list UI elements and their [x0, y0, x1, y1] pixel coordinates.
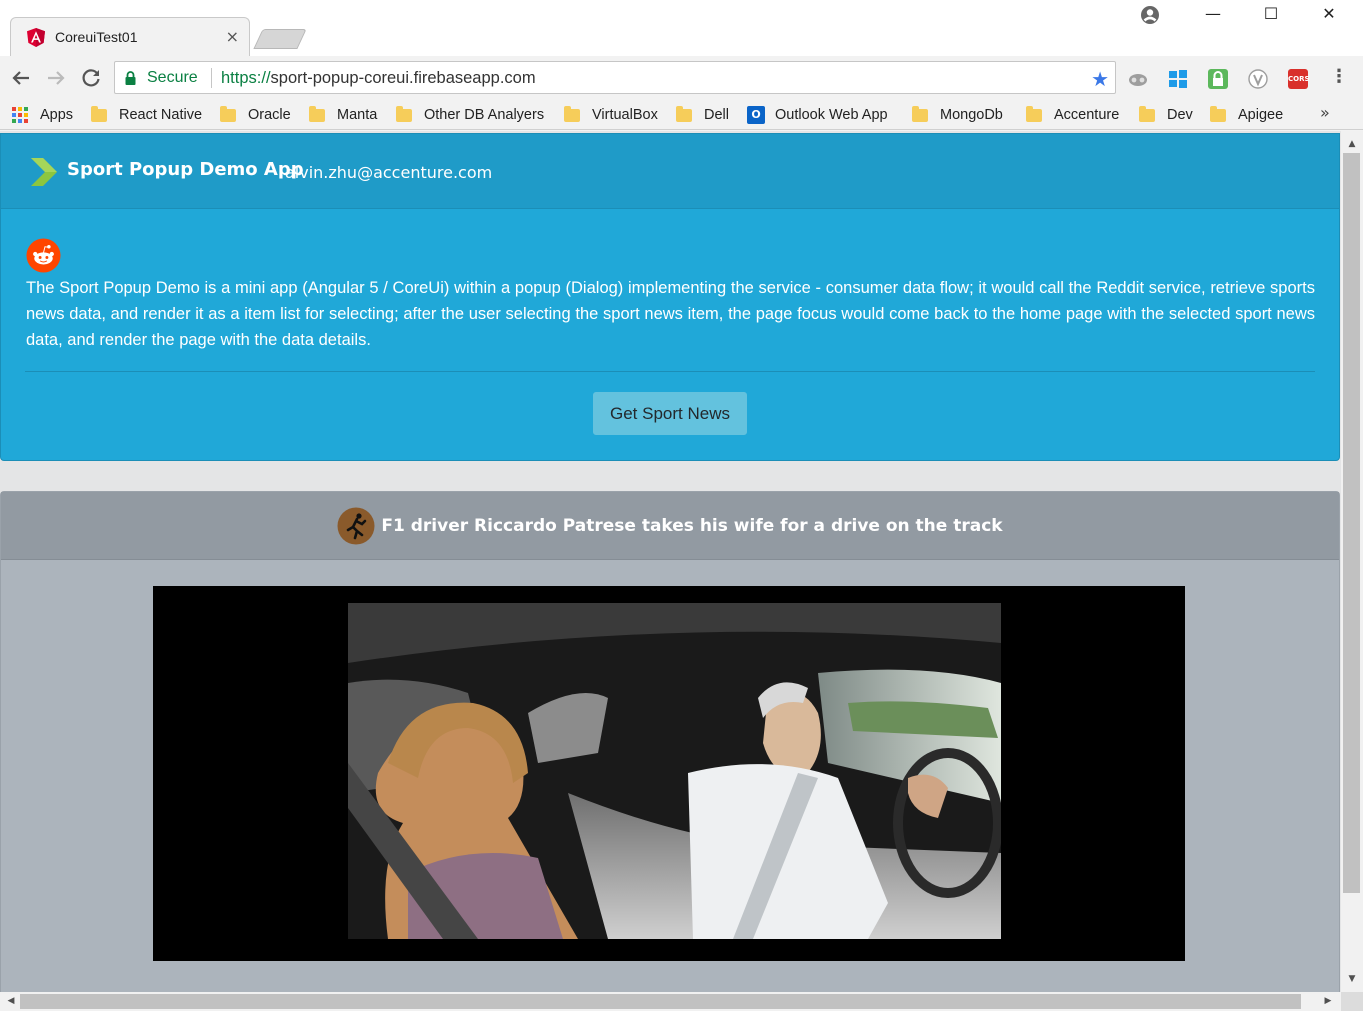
bookmark-virtualbox[interactable]: VirtualBox	[564, 104, 658, 126]
scrollbar-corner	[1341, 992, 1363, 1011]
app-description: The Sport Popup Demo is a mini app (Angu…	[26, 279, 1315, 349]
horizontal-scroll-thumb[interactable]	[20, 994, 1301, 1009]
bookmarks-overflow-icon[interactable]: »	[1320, 103, 1330, 122]
bookmark-oracle[interactable]: Oracle	[220, 104, 291, 126]
news-video-thumbnail	[348, 603, 1001, 939]
vertical-scrollbar[interactable]: ▲ ▼	[1341, 131, 1363, 992]
scroll-down-icon[interactable]: ▼	[1341, 970, 1363, 988]
browser-menu-icon[interactable]: ⋮	[1329, 66, 1349, 87]
bookmark-label: React Native	[119, 107, 203, 123]
brand-name[interactable]: Sport Popup Demo App	[67, 159, 304, 180]
address-divider	[211, 68, 212, 88]
bookmark-accenture[interactable]: Accenture	[1026, 104, 1119, 126]
intro-card: Sport Popup Demo App alvin.zhu@accenture…	[0, 133, 1340, 461]
folder-icon	[1026, 105, 1042, 122]
selected-news-card: F1 driver Riccardo Patrese takes his wif…	[0, 491, 1340, 992]
lock-icon	[125, 71, 136, 85]
bookmark-outlook-web-app[interactable]: O Outlook Web App	[747, 104, 888, 126]
folder-icon	[91, 105, 107, 122]
page-viewport: Sport Popup Demo App alvin.zhu@accenture…	[0, 131, 1341, 992]
get-sport-news-button[interactable]: Get Sport News	[593, 392, 747, 435]
user-email: alvin.zhu@accenture.com	[285, 163, 493, 182]
bookmark-mongodb[interactable]: MongoDb	[912, 104, 1003, 126]
bookmark-apps[interactable]: Apps	[12, 104, 73, 126]
profile-icon[interactable]	[1140, 5, 1160, 25]
secure-label: Secure	[147, 69, 198, 86]
folder-icon	[1210, 105, 1226, 122]
windows-extension-icon[interactable]	[1168, 69, 1188, 89]
card-divider	[25, 371, 1315, 372]
bookmark-label: Outlook Web App	[775, 107, 888, 123]
forward-arrow-icon[interactable]	[42, 64, 70, 92]
folder-icon	[396, 105, 412, 122]
folder-icon	[564, 105, 580, 122]
address-bar[interactable]: Secure https://sport-popup-coreui.fireba…	[114, 61, 1116, 94]
scroll-up-icon[interactable]: ▲	[1341, 135, 1363, 153]
vertical-scroll-thumb[interactable]	[1343, 153, 1360, 893]
reddit-icon	[26, 238, 61, 273]
bookmark-label: Dell	[704, 107, 729, 123]
extension-glasses-icon[interactable]	[1128, 69, 1148, 89]
back-arrow-icon[interactable]	[7, 64, 35, 92]
bookmark-label: Manta	[337, 107, 378, 123]
runner-icon	[337, 507, 375, 544]
folder-icon	[220, 105, 236, 122]
bookmark-label: Apps	[40, 107, 74, 123]
browser-tab-active[interactable]: CoreuiTest01 ×	[10, 17, 250, 56]
password-lock-extension-icon[interactable]	[1208, 69, 1228, 89]
cors-extension-icon[interactable]: CORS	[1288, 69, 1310, 89]
bookmark-label: Other DB Analyers	[424, 107, 545, 123]
url-scheme: https://	[221, 69, 271, 87]
bookmark-label: Apigee	[1238, 107, 1284, 123]
folder-icon	[912, 105, 928, 122]
news-video-player[interactable]	[153, 586, 1185, 961]
folder-icon	[676, 105, 692, 122]
scroll-left-icon[interactable]: ◀	[2, 992, 20, 1011]
bookmark-label: Accenture	[1054, 107, 1120, 123]
chevron-logo-icon	[31, 158, 57, 186]
bookmark-label: VirtualBox	[592, 107, 658, 123]
bookmark-apigee[interactable]: Apigee	[1210, 104, 1283, 126]
folder-icon	[309, 105, 325, 122]
app-header: Sport Popup Demo App alvin.zhu@accenture…	[1, 134, 1339, 209]
angular-icon	[27, 28, 45, 47]
bookmark-star-icon[interactable]: ★	[1091, 67, 1109, 91]
browser-toolbar: Secure https://sport-popup-coreui.fireba…	[0, 56, 1363, 100]
news-title: F1 driver Riccardo Patrese takes his wif…	[381, 515, 1003, 536]
scroll-right-icon[interactable]: ▶	[1319, 992, 1337, 1011]
bookmark-dev[interactable]: Dev	[1139, 104, 1193, 126]
bookmark-dell[interactable]: Dell	[676, 104, 729, 126]
window-minimize-button[interactable]: —	[1198, 4, 1228, 23]
tab-close-icon[interactable]: ×	[226, 27, 239, 46]
bookmark-label: Dev	[1167, 107, 1193, 123]
new-tab-button[interactable]	[253, 29, 307, 49]
bookmark-react-native[interactable]: React Native	[91, 104, 202, 126]
window-close-button[interactable]: ✕	[1314, 4, 1344, 23]
reload-icon[interactable]	[77, 64, 105, 92]
bookmark-other-db-analyers[interactable]: Other DB Analyers	[396, 104, 544, 126]
bookmark-label: Oracle	[248, 107, 291, 123]
url-text[interactable]: https://sport-popup-coreui.firebaseapp.c…	[221, 69, 536, 88]
browser-title-bar: CoreuiTest01 × — ☐ ✕	[0, 0, 1363, 56]
apps-grid-icon	[12, 107, 28, 123]
news-card-header: F1 driver Riccardo Patrese takes his wif…	[1, 492, 1339, 560]
v-extension-icon[interactable]	[1248, 69, 1268, 89]
horizontal-scrollbar[interactable]: ◀ ▶	[0, 992, 1341, 1011]
bookmark-label: MongoDb	[940, 107, 1003, 123]
window-maximize-button[interactable]: ☐	[1256, 4, 1286, 23]
tab-title: CoreuiTest01	[55, 29, 138, 45]
url-host: sport-popup-coreui.firebaseapp.com	[270, 69, 536, 87]
outlook-icon: O	[747, 106, 765, 124]
folder-icon	[1139, 105, 1155, 122]
bookmarks-bar: Apps React Native Oracle Manta Other DB …	[0, 100, 1363, 130]
bookmark-manta[interactable]: Manta	[309, 104, 377, 126]
